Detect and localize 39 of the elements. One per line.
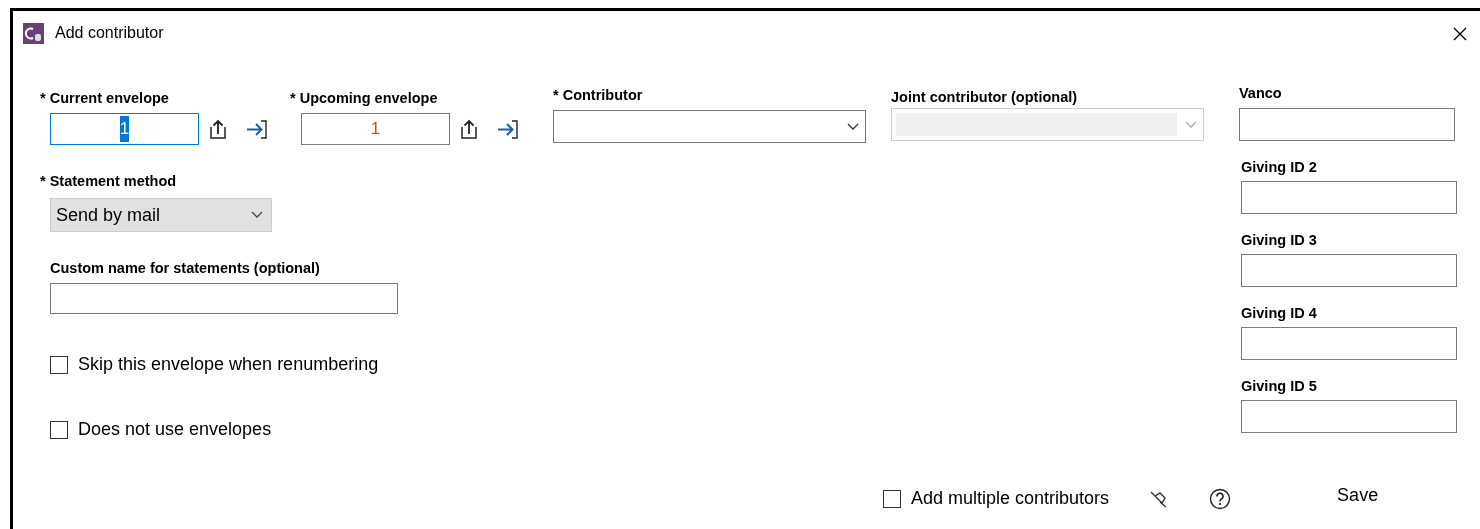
giving-id-field[interactable]: [1241, 400, 1457, 433]
upload-icon[interactable]: [208, 118, 228, 140]
checkbox[interactable]: [50, 355, 68, 374]
arrow-into-bracket-icon[interactable]: [245, 118, 269, 140]
statement-method-dropdown[interactable]: Send by mail: [50, 198, 272, 232]
checkbox-label: Skip this envelope when renumbering: [78, 353, 379, 376]
checkbox[interactable]: [883, 489, 901, 508]
checkbox-label: Does not use envelopes: [78, 418, 272, 441]
field-label: Joint contributor (optional): [891, 89, 1079, 106]
chevron-down-icon: [251, 211, 263, 219]
envelope-number-field[interactable]: 1: [301, 113, 450, 145]
field-label: Custom name for statements (optional): [50, 260, 321, 277]
upload-icon[interactable]: [459, 118, 479, 140]
save-button[interactable]: Save: [1331, 480, 1385, 511]
field-label: * Statement method: [40, 173, 178, 190]
giving-id-field[interactable]: [1239, 108, 1455, 141]
envelope-number-field[interactable]: 1: [50, 113, 199, 145]
custom-name-field[interactable]: [50, 283, 398, 314]
dropdown-field[interactable]: [553, 110, 866, 143]
checkbox[interactable]: [50, 420, 68, 439]
chevron-down-icon: [847, 122, 859, 131]
close-icon[interactable]: [1452, 25, 1468, 42]
help-icon[interactable]: [1209, 487, 1232, 510]
giving-id-field[interactable]: [1241, 181, 1457, 214]
arrow-into-bracket-icon[interactable]: [496, 118, 520, 140]
field-label: Giving ID 3: [1241, 232, 1318, 249]
app-icon: [23, 22, 44, 44]
field-label: * Upcoming envelope: [290, 90, 439, 107]
chevron-down-icon: [1185, 120, 1197, 129]
field-label: * Current envelope: [40, 90, 170, 107]
field-label: Giving ID 2: [1241, 159, 1318, 176]
field-label: * Contributor: [553, 87, 644, 104]
window-title: Add contributor: [55, 23, 164, 43]
giving-id-field[interactable]: [1241, 327, 1457, 360]
checkbox-label: Add multiple contributors: [911, 487, 1110, 510]
field-label: Giving ID 5: [1241, 378, 1318, 395]
field-label: Vanco: [1239, 85, 1283, 102]
field-label: Giving ID 4: [1241, 305, 1318, 322]
giving-id-field[interactable]: [1241, 254, 1457, 287]
